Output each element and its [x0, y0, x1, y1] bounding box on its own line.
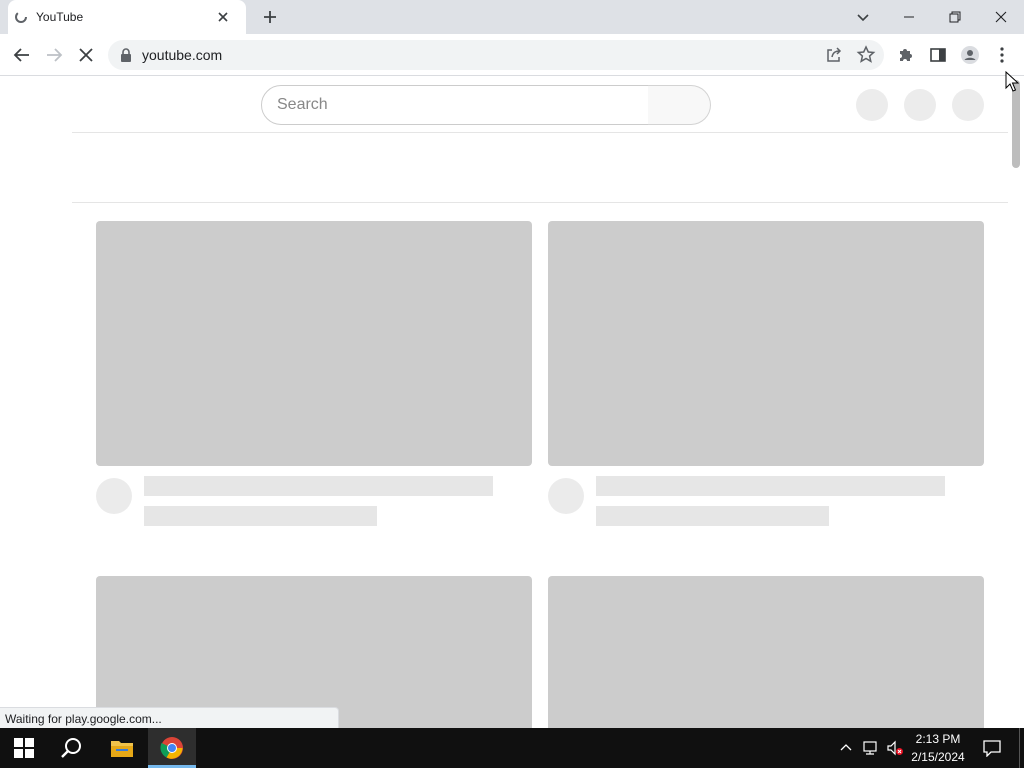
skeleton-meta-line	[144, 506, 377, 526]
status-bubble: Waiting for play.google.com...	[0, 707, 339, 728]
skeleton-thumbnail	[548, 576, 984, 736]
skeleton-thumbnail	[548, 221, 984, 466]
windows-icon[interactable]	[14, 738, 34, 758]
close-icon[interactable]	[990, 6, 1012, 28]
scrollbar-thumb[interactable]	[1012, 80, 1020, 168]
stop-icon[interactable]	[74, 43, 98, 67]
chrome-icon	[160, 737, 183, 759]
kebab-menu-icon[interactable]	[990, 43, 1014, 67]
star-icon[interactable]	[854, 43, 878, 67]
puzzle-icon[interactable]	[894, 43, 918, 67]
skeleton-meta-line	[596, 506, 829, 526]
scrollbar[interactable]	[1008, 77, 1024, 728]
minimize-icon[interactable]	[898, 6, 920, 28]
tab-loading-icon	[15, 11, 27, 23]
forward-icon[interactable]	[42, 43, 66, 67]
address-bar[interactable]	[108, 40, 884, 70]
skeleton-icon-placeholder	[856, 89, 888, 121]
plus-icon[interactable]	[260, 7, 280, 27]
clock-date[interactable]: 2/15/2024	[908, 750, 968, 764]
profile-icon[interactable]	[958, 43, 982, 67]
folder-icon[interactable]	[110, 738, 134, 758]
network-icon[interactable]	[862, 740, 880, 756]
chips-divider	[72, 202, 1008, 203]
back-icon[interactable]	[10, 43, 34, 67]
tab-title: YouTube	[36, 10, 84, 24]
side-panel-icon[interactable]	[926, 43, 950, 67]
lock-icon[interactable]	[119, 47, 133, 63]
header-divider	[72, 132, 1008, 133]
search-button[interactable]	[648, 85, 711, 125]
search-icon[interactable]	[60, 736, 84, 760]
skeleton-channel-avatar	[548, 478, 584, 514]
mouse-cursor-icon	[1005, 71, 1019, 92]
skeleton-title-line	[596, 476, 945, 496]
chevron-down-icon[interactable]	[852, 6, 874, 28]
skeleton-title-line	[144, 476, 493, 496]
show-desktop-button[interactable]	[1019, 728, 1020, 768]
skeleton-icon-placeholder	[904, 89, 936, 121]
search-placeholder: Search	[277, 96, 328, 113]
chevron-up-icon[interactable]	[838, 740, 854, 756]
close-icon[interactable]	[215, 9, 231, 25]
volume-muted-icon[interactable]	[886, 740, 904, 756]
skeleton-thumbnail	[96, 221, 532, 466]
skeleton-avatar-placeholder	[952, 89, 984, 121]
skeleton-channel-avatar	[96, 478, 132, 514]
clock-time[interactable]: 2:13 PM	[908, 732, 968, 746]
notification-icon[interactable]	[982, 739, 1002, 757]
share-icon[interactable]	[822, 43, 846, 67]
url-text[interactable]: youtube.com	[142, 47, 222, 63]
restore-icon[interactable]	[944, 6, 966, 28]
